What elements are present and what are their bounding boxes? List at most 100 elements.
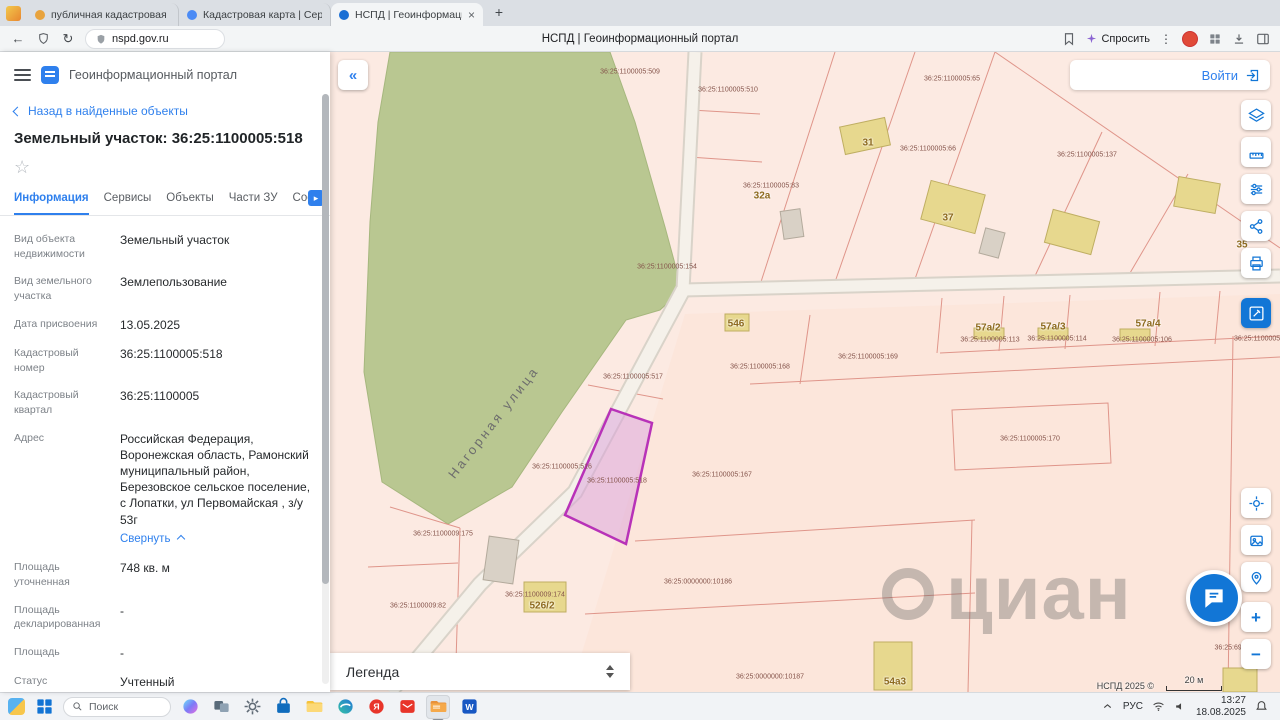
menu-icon[interactable] (14, 69, 31, 81)
field-row: Адрес Российская Федерация, Воронежская о… (14, 431, 314, 548)
widgets-icon[interactable] (8, 698, 25, 715)
svg-text:W: W (465, 702, 474, 712)
back-link[interactable]: Назад в найденные объекты (0, 92, 330, 120)
field-value: Землепользование (120, 275, 227, 290)
sidebar-panel-icon[interactable] (1256, 32, 1270, 46)
time-label: 13:27 (1220, 694, 1246, 706)
sidebar-tabs: ИнформацияСервисыОбъектыЧасти ЗУСоста ▸ (0, 182, 330, 216)
field-value: - (120, 603, 124, 618)
locate-icon[interactable] (1241, 488, 1271, 518)
kebab-menu-icon[interactable]: ⋮ (1160, 32, 1172, 46)
bookmark-icon[interactable] (1062, 32, 1076, 46)
chevron-up-icon (177, 534, 186, 544)
portal-logo-icon[interactable] (41, 66, 59, 84)
tab-close-icon[interactable]: × (468, 8, 475, 22)
search-placeholder: Поиск (89, 700, 119, 713)
settings-icon[interactable] (240, 695, 264, 719)
sliders-icon[interactable] (1241, 174, 1271, 204)
map-attribution: НСПД 2025 © 20 м (1097, 675, 1222, 691)
scrollbar-thumb[interactable] (322, 94, 329, 584)
explorer-icon[interactable] (302, 695, 326, 719)
sidebar-header: Геоинформационный портал (0, 52, 330, 92)
field-label: Дата присвоения (14, 317, 98, 330)
zoom-out-button[interactable]: − (1241, 639, 1271, 669)
field-label: Площадь (14, 646, 60, 659)
wifi-icon[interactable] (1152, 700, 1165, 713)
tab-services[interactable]: Сервисы (104, 192, 152, 215)
tab-parts[interactable]: Части ЗУ (229, 192, 278, 215)
browser-logo-icon[interactable] (6, 6, 21, 21)
start-button[interactable] (32, 695, 56, 719)
field-label: Площадь уточненная (14, 561, 70, 589)
tab-label: публичная кадастровая к (51, 8, 170, 21)
extensions-icon[interactable] (1208, 32, 1222, 46)
portal-title: Геоинформационный портал (69, 68, 238, 82)
downloads-icon[interactable] (1232, 32, 1246, 46)
ask-button[interactable]: Спросить (1086, 33, 1150, 45)
files-icon[interactable] (426, 694, 450, 719)
share-icon[interactable] (1241, 211, 1271, 241)
taskbar-apps: ЯW (178, 694, 481, 719)
screenshot-icon[interactable] (1241, 525, 1271, 555)
scale-label: 20 м (1184, 675, 1204, 685)
browser-tab[interactable]: Кадастровая карта | Сер (179, 3, 331, 26)
word-icon[interactable]: W (457, 695, 481, 719)
page-content: Геоинформационный портал Назад в найденн… (0, 52, 1280, 692)
chat-button[interactable] (1186, 570, 1242, 626)
taskbar-clock[interactable]: 13:27 18.08.2025 (1196, 695, 1246, 719)
notifications-icon[interactable] (1255, 700, 1268, 713)
tray-chevron-icon[interactable] (1101, 700, 1114, 713)
browser-tab[interactable]: публичная кадастровая к (27, 3, 179, 26)
zoom-in-button[interactable]: + (1241, 602, 1271, 632)
profile-avatar[interactable] (1182, 30, 1198, 47)
field-value: 36:25:1100005 (120, 389, 200, 404)
browser-tab[interactable]: НСПД | Геоинформаци × (331, 3, 483, 26)
language-indicator[interactable]: РУС (1123, 701, 1143, 712)
print-icon[interactable] (1241, 248, 1271, 278)
field-row: Площадь - (14, 645, 314, 661)
store-icon[interactable] (271, 695, 295, 719)
sidebar-scrollbar[interactable] (322, 94, 329, 684)
legend-bar[interactable]: Легенда (330, 653, 630, 690)
tab-favicon (187, 9, 197, 20)
copilot-icon[interactable] (178, 695, 202, 719)
login-bar[interactable]: Войти (1070, 60, 1270, 90)
svg-text:Я: Я (373, 702, 379, 712)
field-label: Площадь декларированная (14, 603, 101, 631)
address-bar[interactable]: nspd.gov.ru (85, 28, 225, 49)
protect-icon[interactable] (35, 32, 51, 45)
tab-objects[interactable]: Объекты (166, 192, 213, 215)
collapse-sidebar-button[interactable]: « (338, 60, 368, 90)
map-canvas[interactable]: 36:25:1100005:509 36:25:1100005:510 36:25:… (330, 52, 1280, 692)
browser-toolbar: ← ↻ nspd.gov.ru НСПД | Геоинформационный… (0, 26, 1280, 52)
favorite-star-icon[interactable]: ☆ (0, 149, 330, 182)
marker-icon[interactable] (1241, 562, 1271, 592)
field-value: 13.05.2025 (120, 317, 181, 332)
taskbar-search[interactable]: Поиск (63, 696, 171, 717)
object-title: Земельный участок: 36:25:1100005:518 (14, 130, 303, 147)
collapse-address-link[interactable]: Свернуть (120, 532, 314, 548)
taskview-icon[interactable] (209, 695, 233, 719)
screen: публичная кадастровая к Кадастровая карта… (0, 0, 1280, 720)
cadastral-map-graphic (330, 52, 1280, 692)
sidebar: Геоинформационный портал Назад в найденн… (0, 52, 330, 692)
tab-info[interactable]: Информация (14, 192, 89, 215)
field-row: Площадь декларированная - (14, 603, 314, 632)
mail-icon[interactable] (395, 695, 419, 719)
ruler-icon[interactable] (1241, 137, 1271, 167)
copyright-label: НСПД 2025 © (1096, 681, 1154, 691)
field-value: - (120, 646, 124, 661)
new-tab-button[interactable]: + (489, 2, 509, 22)
volume-icon[interactable] (1174, 700, 1187, 713)
yandex-icon[interactable]: Я (364, 695, 388, 719)
field-label: Кадастровый квартал (14, 389, 79, 416)
tab-label: Кадастровая карта | Сер (203, 8, 322, 21)
field-value: Российская Федерация, Воронежская област… (120, 431, 314, 548)
back-icon[interactable]: ← (10, 32, 26, 45)
edge-icon[interactable] (333, 695, 357, 719)
layers-icon[interactable] (1241, 100, 1271, 130)
reload-icon[interactable]: ↻ (60, 32, 76, 45)
field-value: Земельный участок (120, 233, 230, 247)
draw-icon[interactable] (1241, 298, 1271, 328)
legend-toggle-icon[interactable] (606, 665, 614, 678)
